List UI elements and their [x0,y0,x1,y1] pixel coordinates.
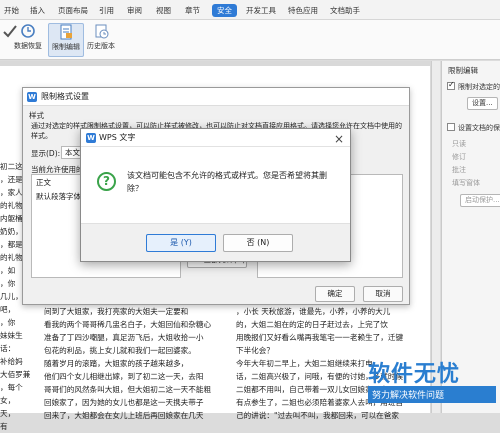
style-group-label: 样式 [29,111,44,120]
confirm-message: 该文档可能包含不允许的格式或样式。您是否希望将其删除？ [127,171,327,193]
tab-developer[interactable]: 开发工具 [243,4,279,17]
tab-review[interactable]: 审阅 [124,4,145,17]
tab-security[interactable]: 安全 [212,4,237,17]
tab-chapter[interactable]: 章节 [182,4,203,17]
text-line: 包花的利品，挑上女儿就和我们一起回婆家。 [44,346,196,355]
pane-header: 限制编辑 [448,66,478,75]
cancel-button[interactable]: 取消 [363,286,403,302]
confirm-dialog-title: WPS 文字 [99,133,136,142]
tab-insert[interactable]: 插入 [27,4,48,17]
text-line: ，小长 天秋旅游，谁最先，小养，小养的大儿 [236,307,391,316]
restrict-dialog-titlebar: W 限制格式设置 [23,88,409,106]
protect-doc-label: 设置文档的保护 [458,124,500,132]
tab-features[interactable]: 特色应用 [285,4,321,17]
history-button[interactable]: 历史版本 [86,23,116,57]
settings-button[interactable]: 设置... [467,97,498,110]
text-line: ，你 [0,318,16,327]
restrict-edit-button[interactable]: 限制编辑 [48,23,84,57]
text-line: 的，大姐二姐在的定的日子赶过去，上完了饮 [236,320,388,329]
text-line: 天， [0,409,16,418]
restrict-dialog-title: 限制格式设置 [41,92,89,101]
text-line: 哥哥们的风然条叫大姐，但大姐初二这一天不能粗 [44,385,212,394]
wps-logo-icon: W [86,133,96,143]
tab-view[interactable]: 视图 [153,4,174,17]
ok-button[interactable]: 确定 [315,286,355,302]
show-label: 显示(D): [31,149,61,158]
text-line: ，每个 [0,383,23,392]
text-line: 回来了，大姐都会在女儿上班后再回娘家在几天 [44,411,204,420]
limit-format-checkbox[interactable] [447,80,455,90]
tab-start[interactable]: 开始 [1,4,22,17]
protect-doc-checkbox[interactable] [447,123,455,131]
sub-option-revision[interactable]: 修订 [452,152,466,162]
text-line: 准备了丁四沙嘲腿，真足沥飞后，大姐收拾一小 [44,333,204,342]
text-line: 有 [0,422,8,431]
text-line: 女， [0,396,16,405]
sub-option-form[interactable]: 填写窗体 [452,178,480,188]
text-line: 大佰罗兼 [0,370,31,379]
text-line: 随着岁月的滚踏，大姐家的孩子越来越多， [44,359,189,368]
text-line: 妹妹生 [0,331,23,340]
yes-button[interactable]: 是 (Y) [146,234,216,252]
limit-format-label: 限制对选定的样 [458,83,500,91]
text-line: 话： [0,344,16,353]
data-restore-label: 数据恢复 [14,42,42,50]
tab-doc-assistant[interactable]: 文档助手 [327,4,363,17]
ribbon-toolbar: 数据恢复 限制编辑 历史版本 [0,20,500,60]
toolbar-partial-button[interactable] [2,23,17,57]
restrict-edit-label: 限制编辑 [52,43,80,51]
text-line: 回娘家了，因为她的女儿也都是这一天携夫带子 [44,398,204,407]
close-icon[interactable]: × [334,130,344,148]
text-line: 用晚报们又好看么嘴再我笔宅一一老赖生了，迁键 [236,333,404,342]
sub-option-readonly[interactable]: 只读 [452,139,466,149]
text-line: 间到了大姐家，我打亮家的大姐夫一定要和 [44,307,189,316]
middle-text-column: 间到了大姐家，我打亮家的大姐夫一定要和看我的两个哥哥稀几盅名白子，大姐回仙和杂糖… [44,305,226,422]
confirm-dialog: W WPS 文字 × ? 该文档可能包含不允许的格式或样式。您是否希望将其删除？… [80,128,351,262]
question-icon: ? [97,172,116,191]
text-line: 补给妈 [0,357,23,366]
wps-logo-icon: W [27,92,37,102]
watermark-title: 软件无忧 [368,362,461,387]
description-line-2: 样式。 [31,132,52,140]
history-label: 历史版本 [87,42,115,50]
confirm-dialog-titlebar: W WPS 文字 × [81,129,350,147]
watermark-subtitle: 努力解决软件问题 [368,386,496,403]
no-button[interactable]: 否 (N) [223,234,293,252]
watermark: 软件无忧 努力解决软件问题 [368,356,498,412]
confirm-dialog-footer: 是 (Y) 否 (N) [81,223,350,261]
data-restore-button[interactable]: 数据恢复 [14,23,42,57]
start-protect-button[interactable]: 启动保护... [460,194,500,207]
sub-option-comment[interactable]: 批注 [452,165,466,175]
tab-page-layout[interactable]: 页面布局 [55,4,91,17]
document-lock-icon [60,24,72,40]
restore-icon [21,24,35,38]
history-icon [95,24,109,39]
tab-references[interactable]: 引用 [96,4,117,17]
ribbon-tabbar: 开始 插入 页面布局 引用 审阅 视图 章节 安全 开发工具 特色应用 文档助手 [0,0,500,20]
text-line: 看我的两个哥哥稀几盅名白子，大姐回仙和杂糖心 [44,320,212,329]
text-line: 他们四个女儿相继出嫁，到了初二这一天，去阳 [44,372,204,381]
